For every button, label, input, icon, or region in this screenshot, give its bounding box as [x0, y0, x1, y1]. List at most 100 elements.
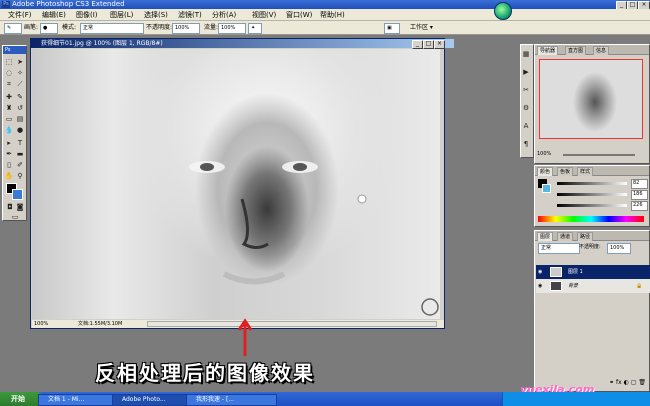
horizontal-scrollbar[interactable]: [147, 321, 437, 327]
visibility-eye-icon[interactable]: ◉: [538, 279, 542, 293]
start-button[interactable]: 开始: [0, 392, 43, 406]
menu-view[interactable]: 视图(V): [252, 10, 276, 20]
document-info[interactable]: 文档:1.55M/3.10M: [78, 320, 122, 328]
eyedropper-icon[interactable]: ✐: [15, 160, 25, 170]
tab-layers[interactable]: 图层: [537, 232, 554, 241]
airbrush-toggle[interactable]: ✦: [248, 23, 262, 34]
layer-row-1[interactable]: ◉ 图层 1: [536, 265, 650, 279]
history-panel-icon[interactable]: ▦: [521, 49, 531, 59]
flow-field[interactable]: 100%: [218, 23, 246, 34]
menu-analysis[interactable]: 分析(A): [212, 10, 236, 20]
menu-filter[interactable]: 滤镜(T): [178, 10, 202, 20]
doc-maximize-button[interactable]: □: [423, 40, 434, 49]
green-value[interactable]: 186: [631, 190, 648, 200]
layer-name[interactable]: 图层 1: [568, 265, 583, 279]
crop-icon[interactable]: ⌗: [4, 79, 14, 89]
menu-edit[interactable]: 编辑(E): [42, 10, 66, 20]
tab-histogram[interactable]: 直方图: [565, 46, 587, 55]
opacity-field[interactable]: 100%: [172, 23, 200, 34]
brushes-panel-icon[interactable]: ✂: [521, 85, 531, 95]
pen-icon[interactable]: ✒: [4, 149, 14, 159]
menu-image[interactable]: 图像(I): [76, 10, 98, 20]
tab-paths[interactable]: 路径: [577, 232, 594, 241]
history-brush-icon[interactable]: ↺: [15, 103, 25, 113]
new-layer-icon[interactable]: ▢: [631, 379, 637, 386]
blue-value[interactable]: 226: [631, 201, 648, 211]
menu-select[interactable]: 选择(S): [144, 10, 168, 20]
shape-icon[interactable]: ▬: [15, 149, 25, 159]
move-icon[interactable]: ➤: [15, 57, 25, 67]
slice-icon[interactable]: ⟋: [15, 79, 25, 89]
eraser-icon[interactable]: ▭: [4, 114, 14, 124]
clone-stamp-icon[interactable]: ♜: [4, 103, 14, 113]
workspace-menu[interactable]: 工作区 ▾: [410, 23, 433, 32]
tool-preset-picker[interactable]: ✎: [4, 23, 22, 34]
image-canvas[interactable]: [32, 49, 440, 319]
red-value[interactable]: 82: [631, 179, 648, 189]
color-spectrum-bar[interactable]: [538, 216, 644, 222]
quick-mask-icon[interactable]: ◘: [5, 202, 15, 212]
navigator-preview[interactable]: [539, 59, 643, 139]
lasso-icon[interactable]: ◌: [4, 68, 14, 78]
trash-icon[interactable]: 🗑: [638, 379, 646, 386]
character-panel-icon[interactable]: A: [521, 121, 531, 131]
mode-select[interactable]: 正常: [80, 23, 144, 34]
quick-mask-off-icon[interactable]: ◙: [15, 202, 25, 212]
menu-layer[interactable]: 图层(L): [110, 10, 133, 20]
gradient-icon[interactable]: ▤: [15, 114, 25, 124]
layer-row-background[interactable]: ◉ 背景 🔒: [536, 279, 650, 293]
tab-navigator[interactable]: 导航器: [537, 46, 559, 55]
red-slider[interactable]: [557, 182, 627, 185]
background-color-swatch[interactable]: [12, 189, 23, 200]
task-photoshop[interactable]: Adobe Photo...: [112, 394, 193, 406]
layer-opacity-field[interactable]: 100%: [607, 243, 631, 254]
panel-dock: ▦ ▶ ✂ ⚙ A ¶: [520, 44, 534, 158]
fx-icon[interactable]: fx: [616, 379, 622, 386]
mask-icon[interactable]: ◐: [624, 379, 629, 386]
clone-source-panel-icon[interactable]: ⚙: [521, 103, 531, 113]
color-background-swatch[interactable]: [542, 184, 551, 193]
vertical-scrollbar[interactable]: [440, 49, 444, 319]
globe-icon: [494, 2, 512, 20]
screen-mode-icon[interactable]: ▭: [10, 212, 20, 222]
dodge-icon[interactable]: ●: [15, 125, 25, 135]
menu-help[interactable]: 帮助(H): [320, 10, 345, 20]
link-layers-icon[interactable]: ⚭: [609, 379, 614, 386]
menu-file[interactable]: 文件(F): [8, 10, 32, 20]
mode-label: 模式:: [62, 24, 77, 31]
navigator-zoom-slider[interactable]: [563, 154, 635, 156]
doc-close-button[interactable]: ×: [434, 40, 445, 49]
actions-panel-icon[interactable]: ▶: [521, 67, 531, 77]
brush-picker[interactable]: ●: [40, 23, 58, 34]
healing-brush-icon[interactable]: ✚: [4, 92, 14, 102]
doc-minimize-button[interactable]: _: [412, 40, 423, 49]
tab-channels[interactable]: 通道: [557, 232, 574, 241]
tab-swatches[interactable]: 色板: [557, 167, 574, 176]
green-slider[interactable]: [557, 193, 627, 196]
zoom-icon[interactable]: ⚲: [15, 171, 25, 181]
bridge-button[interactable]: ▣: [384, 23, 400, 34]
visibility-eye-icon[interactable]: ◉: [538, 265, 542, 279]
brush-icon[interactable]: ✎: [15, 92, 25, 102]
path-selection-icon[interactable]: ▸: [4, 138, 14, 148]
zoom-level[interactable]: 100%: [34, 320, 48, 328]
paragraph-panel-icon[interactable]: ¶: [521, 139, 531, 149]
marquee-icon[interactable]: ⬚: [4, 57, 14, 67]
task-capture-tool[interactable]: 我形我速 - [...: [186, 394, 277, 406]
magic-wand-icon[interactable]: ✧: [15, 68, 25, 78]
tab-info[interactable]: 信息: [593, 46, 610, 55]
layer-name[interactable]: 背景: [568, 279, 578, 293]
color-panel: 颜色 色板 样式 82 186 226: [534, 165, 650, 227]
menu-bar: 文件(F) 编辑(E) 图像(I) 图层(L) 选择(S) 滤镜(T) 分析(A…: [0, 9, 650, 21]
type-icon[interactable]: T: [15, 138, 25, 148]
blend-mode-select[interactable]: 正常: [538, 243, 580, 254]
tab-color[interactable]: 颜色: [537, 167, 554, 176]
hand-icon[interactable]: ✋: [4, 171, 14, 181]
blur-icon[interactable]: 💧: [4, 125, 14, 135]
menu-window[interactable]: 窗口(W): [286, 10, 312, 20]
task-word-doc[interactable]: 文档 1 - Mi...: [38, 394, 119, 406]
blue-slider[interactable]: [557, 204, 627, 207]
navigator-zoom[interactable]: 100%: [537, 151, 551, 157]
tab-styles[interactable]: 样式: [577, 167, 594, 176]
notes-icon[interactable]: ▯: [4, 160, 14, 170]
